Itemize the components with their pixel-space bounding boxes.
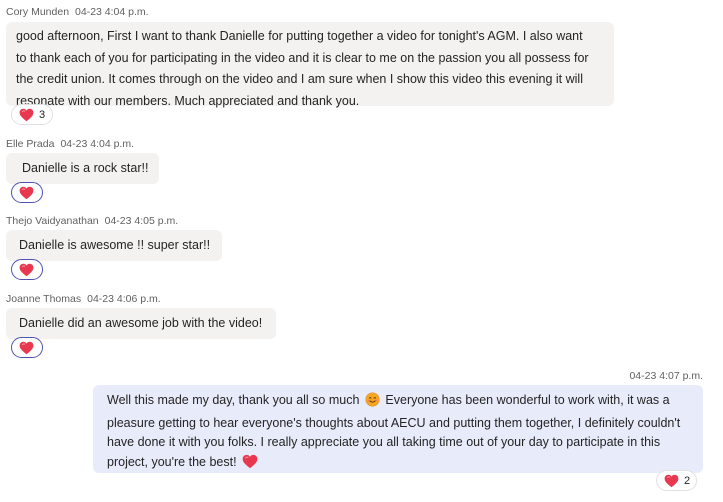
message-bubble[interactable]: good afternoon, First I want to thank Da… [6,22,614,108]
heart-reaction-button[interactable] [11,259,43,280]
heart-icon [242,454,258,476]
message-header: Cory Munden 04-23 4:04 p.m. [6,6,149,18]
message-timestamp: 04-23 4:04 p.m. [60,138,134,150]
heart-icon [19,341,34,355]
message-timestamp: 04-23 4:07 p.m. [629,370,703,382]
message-timestamp: 04-23 4:04 p.m. [75,6,149,18]
message-timestamp: 04-23 4:06 p.m. [87,293,161,305]
message-text: Danielle did an awesome job with the vid… [19,316,263,330]
message-bubble[interactable]: Danielle did an awesome job with the vid… [6,308,276,339]
message-header: Elle Prada 04-23 4:04 p.m. [6,138,134,150]
heart-icon [664,474,679,488]
message-timestamp: 04-23 4:05 p.m. [104,215,179,227]
reaction-count: 3 [39,108,46,121]
heart-reaction-button[interactable] [11,337,43,358]
message-header: Thejo Vaidyanathan 04-23 4:05 p.m. [6,215,178,227]
message-line: Well this made my day, thank you all so … [107,391,693,414]
message-line: to thank each of you for participating i… [16,50,589,65]
heart-icon [19,263,34,277]
message-line: have done it with you folks. I really ap… [107,435,661,449]
author-name: Joanne Thomas [6,293,82,305]
message-text: Danielle is a rock star!! [22,161,149,175]
message-bubble[interactable]: Danielle is awesome !! super star!! [6,230,222,261]
author-name: Cory Munden [6,6,70,18]
heart-reaction-button[interactable]: 3 [11,104,53,125]
heart-icon [19,108,34,122]
author-name: Elle Prada [6,138,55,150]
author-name: Thejo Vaidyanathan [6,215,99,227]
heart-reaction-button[interactable] [11,182,43,203]
message-line: pleasure getting to hear everyone's thou… [107,415,681,430]
smiling-face-icon [365,392,380,414]
message-line: resonate with our members. Much apprecia… [16,93,360,108]
message-line: the credit union. It comes through on th… [16,72,583,86]
message-line: project, you're the best! [107,453,693,476]
message-line: good afternoon, First I want to thank Da… [16,29,583,43]
message-text: project, you're the best! [107,454,237,469]
heart-icon [19,186,34,200]
heart-reaction-button[interactable]: 2 [656,470,697,491]
message-bubble[interactable]: Danielle is a rock star!! [6,153,159,184]
message-header: Joanne Thomas 04-23 4:06 p.m. [6,293,161,305]
reaction-count: 2 [684,474,691,487]
message-text: Well this made my day, thank you all so … [107,393,360,407]
message-text: Everyone has been wonderful to work with… [385,393,670,407]
my-message-bubble[interactable]: Well this made my day, thank you all so … [93,385,703,473]
message-text: Danielle is awesome !! super star!! [19,238,211,252]
